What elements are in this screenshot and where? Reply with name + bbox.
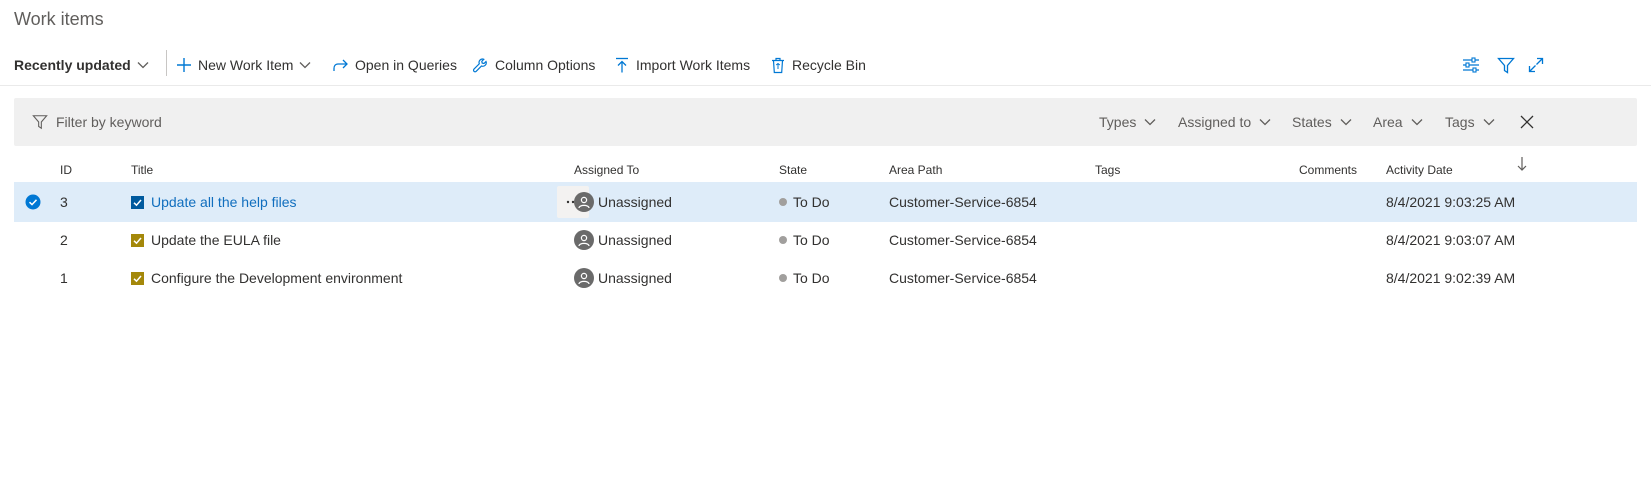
wrench-icon (472, 57, 487, 72)
filter-icon (1497, 57, 1515, 74)
row-title[interactable]: Update all the help files (131, 182, 297, 222)
open-in-queries-label: Open in Queries (355, 57, 457, 73)
state-dot-icon (779, 236, 787, 244)
row-id: 2 (60, 232, 68, 248)
unassigned-avatar-icon (574, 268, 594, 288)
toolbar-divider (166, 50, 167, 76)
recycle-bin-button[interactable]: Recycle Bin (770, 44, 866, 86)
row-activity-date: 8/4/2021 9:02:39 AM (1386, 270, 1516, 286)
row-id: 1 (60, 270, 68, 286)
column-header-tags[interactable]: Tags (1095, 163, 1120, 177)
upload-icon (616, 57, 628, 72)
recycle-bin-icon (772, 57, 784, 73)
row-activity-date: 8/4/2021 9:03:07 AM (1386, 232, 1516, 248)
task-icon (131, 233, 144, 247)
column-header-assigned-to[interactable]: Assigned To (574, 163, 639, 177)
row-assigned-to: Unassigned (574, 258, 672, 298)
chevron-down-icon (1483, 119, 1495, 126)
keyword-filter-placeholder: Filter by keyword (56, 114, 162, 130)
unassigned-avatar-icon (574, 230, 594, 250)
recycle-bin-label: Recycle Bin (792, 57, 866, 73)
new-work-item-button[interactable]: New Work Item (176, 44, 311, 86)
filter-area[interactable]: Area (1373, 98, 1423, 146)
filter-assigned-to-label: Assigned to (1178, 114, 1252, 130)
filter-tags-label: Tags (1445, 114, 1475, 130)
chevron-down-icon (1144, 119, 1156, 126)
chevron-down-icon (1340, 119, 1352, 126)
column-options-label: Column Options (495, 57, 596, 73)
row-title[interactable]: Configure the Development environment (131, 258, 402, 298)
row-area-path: Customer-Service-6854 (889, 232, 1037, 248)
import-work-items-button[interactable]: Import Work Items (614, 44, 750, 86)
view-selector[interactable]: Recently updated (14, 44, 149, 86)
chevron-down-icon (1411, 119, 1423, 126)
table-row[interactable]: 2 Update the EULA file Unassigned To Do … (14, 220, 1637, 260)
column-header-area-path[interactable]: Area Path (889, 163, 942, 177)
row-state: To Do (779, 258, 830, 298)
filter-types-label: Types (1099, 114, 1137, 130)
task-icon (131, 271, 144, 285)
column-header-activity-date[interactable]: Activity Date (1386, 163, 1453, 177)
filter-icon (32, 115, 48, 130)
row-area-path: Customer-Service-6854 (889, 194, 1037, 210)
column-header-state[interactable]: State (779, 163, 807, 177)
filter-bar: Filter by keyword Types Assigned to Stat… (14, 98, 1637, 146)
page-title: Work items (14, 9, 104, 29)
view-options-icon (1463, 57, 1479, 73)
row-selected-check-icon[interactable] (25, 182, 41, 222)
chevron-down-icon (1259, 119, 1271, 126)
table-row[interactable]: 1 Configure the Development environment … (14, 258, 1637, 298)
row-state-label: To Do (793, 194, 830, 210)
new-work-item-label: New Work Item (198, 57, 294, 73)
filter-tags[interactable]: Tags (1445, 98, 1495, 146)
close-icon (1520, 115, 1534, 129)
unassigned-avatar-icon (574, 192, 594, 212)
state-dot-icon (779, 198, 787, 206)
expand-icon (1528, 57, 1544, 73)
filter-assigned-to[interactable]: Assigned to (1178, 98, 1271, 146)
row-assigned-to: Unassigned (574, 182, 672, 222)
row-state-label: To Do (793, 232, 830, 248)
import-work-items-label: Import Work Items (636, 57, 751, 73)
row-area-path: Customer-Service-6854 (889, 270, 1037, 286)
state-dot-icon (779, 274, 787, 282)
view-selector-label: Recently updated (14, 57, 131, 73)
row-assigned-to: Unassigned (574, 220, 672, 260)
row-id: 3 (60, 194, 68, 210)
keyword-filter-input[interactable]: Filter by keyword (32, 98, 162, 146)
redo-arrow-icon (333, 59, 348, 71)
chevron-down-icon (137, 62, 149, 69)
row-assigned-to-label: Unassigned (598, 270, 672, 286)
fullscreen-button[interactable] (1528, 44, 1544, 86)
column-header-title[interactable]: Title (131, 163, 153, 177)
filter-toggle-button[interactable] (1497, 44, 1515, 86)
task-icon (131, 195, 144, 209)
column-options-button[interactable]: Column Options (472, 44, 595, 86)
column-header-comments[interactable]: Comments (1299, 163, 1357, 177)
row-state: To Do (779, 220, 830, 260)
sort-descending-icon[interactable] (1517, 156, 1527, 175)
filter-states[interactable]: States (1292, 98, 1352, 146)
row-title[interactable]: Update the EULA file (131, 220, 281, 260)
view-options-button[interactable] (1462, 44, 1480, 86)
plus-icon (177, 58, 191, 72)
column-header-id[interactable]: ID (60, 163, 72, 177)
filter-states-label: States (1292, 114, 1332, 130)
row-title-link[interactable]: Configure the Development environment (151, 270, 402, 286)
toolbar: Recently updated New Work Item Open in Q… (0, 44, 1651, 86)
row-title-link[interactable]: Update the EULA file (151, 232, 281, 248)
table-row[interactable]: 3 Update all the help files Unassigned T… (14, 182, 1637, 222)
row-title-link[interactable]: Update all the help files (151, 194, 297, 210)
filter-area-label: Area (1373, 114, 1403, 130)
row-activity-date: 8/4/2021 9:03:25 AM (1386, 194, 1516, 210)
chevron-down-icon (299, 62, 311, 69)
filter-types[interactable]: Types (1099, 98, 1156, 146)
open-in-queries-button[interactable]: Open in Queries (332, 44, 457, 86)
row-assigned-to-label: Unassigned (598, 232, 672, 248)
row-state: To Do (779, 182, 830, 222)
clear-filter-button[interactable] (1520, 98, 1534, 146)
row-assigned-to-label: Unassigned (598, 194, 672, 210)
row-state-label: To Do (793, 270, 830, 286)
